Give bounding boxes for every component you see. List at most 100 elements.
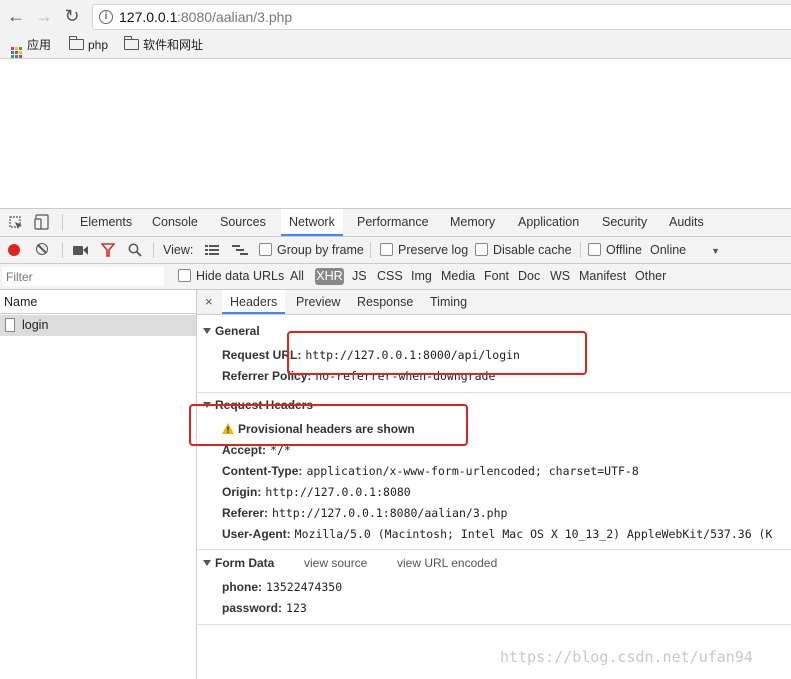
header-key: User-Agent: (222, 527, 291, 541)
header-key: Referer: (222, 506, 269, 520)
name-column-header[interactable]: Name (0, 290, 196, 314)
watermark: https://blog.csdn.net/ufan94 (500, 648, 753, 666)
group-by-frame-checkbox[interactable]: Group by frame (259, 237, 364, 263)
header-value: http://127.0.0.1:8080/aalian/3.php (272, 506, 508, 520)
view-url-encoded-link[interactable]: view URL encoded (397, 556, 497, 570)
address-bar[interactable]: i 127.0.0.1 :8080/aalian/3.php (92, 4, 791, 30)
filter-type-other[interactable]: Other (635, 264, 666, 289)
bookmark-label: php (88, 38, 109, 52)
form-key: password: (222, 601, 283, 615)
camera-icon[interactable] (73, 245, 89, 259)
expand-triangle-icon (203, 328, 211, 334)
filter-type-media[interactable]: Media (441, 264, 475, 289)
waterfall-icon[interactable] (232, 245, 248, 259)
header-row-referer: Referer: http://127.0.0.1:8080/aalian/3.p… (222, 506, 507, 520)
filter-type-js[interactable]: JS (352, 264, 367, 289)
tab-performance[interactable]: Performance (357, 209, 429, 236)
tab-response[interactable]: Response (357, 290, 413, 314)
checkbox-icon (588, 243, 601, 256)
bookmarks-bar: 应用 php 软件和网址 (0, 34, 791, 59)
filter-type-all[interactable]: All (290, 264, 304, 289)
disable-cache-checkbox[interactable]: Disable cache (475, 237, 572, 263)
tab-preview[interactable]: Preview (296, 290, 340, 314)
filter-icon[interactable] (100, 243, 116, 260)
tab-security[interactable]: Security (602, 209, 647, 236)
header-row-user-agent: User-Agent: Mozilla/5.0 (Macintosh; Intel… (222, 527, 791, 541)
header-value: http://127.0.0.1:8080 (265, 485, 411, 499)
filter-type-img[interactable]: Img (411, 264, 432, 289)
tab-network[interactable]: Network (281, 209, 343, 236)
form-data-section-header[interactable]: Form Data (203, 556, 274, 570)
tab-headers[interactable]: Headers (222, 290, 286, 314)
request-list: Name login (0, 290, 197, 679)
general-title: General (215, 324, 260, 338)
tab-application[interactable]: Application (518, 209, 579, 236)
tab-audits[interactable]: Audits (669, 209, 704, 236)
view-source-link[interactable]: view source (304, 556, 367, 570)
disable-cache-label: Disable cache (493, 243, 572, 257)
tab-memory[interactable]: Memory (450, 209, 495, 236)
section-divider (197, 549, 791, 550)
checkbox-icon (178, 269, 191, 282)
back-arrow-icon[interactable]: ← (6, 6, 26, 26)
header-row-origin: Origin: http://127.0.0.1:8080 (222, 485, 411, 499)
inspect-element-icon[interactable] (9, 209, 23, 235)
filter-type-xhr[interactable]: XHR (315, 268, 344, 285)
forward-arrow-icon[interactable]: → (34, 6, 54, 26)
reload-icon[interactable]: ↻ (62, 6, 82, 26)
request-name: login (22, 318, 49, 332)
tab-elements[interactable]: Elements (80, 209, 132, 236)
folder-icon (123, 36, 139, 50)
bookmark-apps[interactable]: 应用 (11, 37, 51, 58)
filter-input[interactable] (2, 267, 164, 286)
folder-icon (68, 36, 84, 50)
close-icon[interactable]: × (205, 290, 213, 314)
throttling-select[interactable]: Online ▼ (650, 237, 720, 263)
large-rows-icon[interactable] (205, 245, 219, 259)
dropdown-arrow-icon: ▼ (711, 246, 721, 256)
apps-grid-icon (11, 47, 22, 58)
annotation-box (189, 404, 468, 446)
header-value: application/x-www-form-urlencoded; chars… (306, 464, 639, 478)
offline-label: Offline (606, 243, 642, 257)
divider (370, 242, 371, 258)
form-row-password: password: 123 (222, 601, 307, 615)
clear-icon[interactable] (36, 243, 48, 255)
request-row-login[interactable]: login (0, 315, 196, 336)
preserve-log-checkbox[interactable]: Preserve log (380, 237, 468, 263)
expand-triangle-icon (203, 560, 211, 566)
offline-checkbox[interactable]: Offline (588, 237, 642, 263)
checkbox-icon (380, 243, 393, 256)
device-toolbar-icon[interactable] (34, 209, 50, 235)
hide-data-urls-checkbox[interactable]: Hide data URLs (178, 264, 284, 289)
checkbox-icon (475, 243, 488, 256)
info-icon[interactable]: i (99, 10, 113, 24)
divider (580, 242, 581, 258)
filter-type-ws[interactable]: WS (550, 264, 570, 289)
tab-sources[interactable]: Sources (220, 209, 266, 236)
filter-type-font[interactable]: Font (484, 264, 509, 289)
filter-type-doc[interactable]: Doc (518, 264, 540, 289)
url-path: :8080/aalian/3.php (177, 9, 293, 25)
browser-toolbar: ← → ↻ i 127.0.0.1 :8080/aalian/3.php (0, 0, 791, 34)
form-row-phone: phone: 13522474350 (222, 580, 342, 594)
checkbox-icon (259, 243, 272, 256)
devtools-tab-bar: Elements Console Sources Network Perform… (0, 209, 791, 237)
form-key: phone: (222, 580, 262, 594)
general-section-header[interactable]: General (203, 324, 260, 338)
url-host: 127.0.0.1 (119, 9, 178, 25)
search-icon[interactable] (128, 243, 142, 260)
header-key: Origin: (222, 485, 262, 499)
header-row-content-type: Content-Type: application/x-www-form-urle… (222, 464, 639, 478)
filter-type-css[interactable]: CSS (377, 264, 403, 289)
divider (62, 242, 63, 258)
filter-type-manifest[interactable]: Manifest (579, 264, 626, 289)
hide-data-urls-label: Hide data URLs (196, 269, 285, 283)
tab-timing[interactable]: Timing (430, 290, 467, 314)
bookmark-php[interactable]: php (68, 36, 109, 53)
bookmark-software[interactable]: 软件和网址 (123, 36, 203, 53)
throttling-value: Online (650, 243, 687, 257)
tab-console[interactable]: Console (152, 209, 198, 236)
detail-tab-bar: × Headers Preview Response Timing (197, 290, 791, 315)
record-icon[interactable] (8, 244, 20, 256)
